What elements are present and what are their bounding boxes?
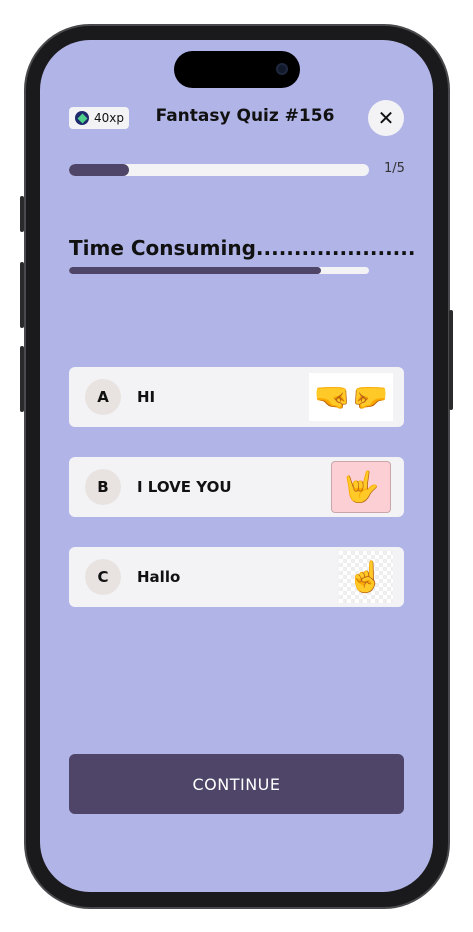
screen: 40xp Fantasy Quiz #156 ✕ 1/5 Time Consum… [40, 40, 433, 892]
option-letter: B [85, 469, 121, 505]
option-label: Hallo [137, 568, 181, 586]
pointing-hand-image: ☝️ [339, 551, 393, 603]
close-button[interactable]: ✕ [368, 100, 404, 136]
continue-button[interactable]: CONTINUE [69, 754, 404, 814]
volume-up-button [20, 262, 24, 328]
option-a[interactable]: A HI 🤜🤛 [69, 367, 404, 427]
xp-badge: 40xp [69, 107, 129, 129]
option-label: I LOVE YOU [137, 478, 232, 496]
question-text: Time Consuming..................... [69, 236, 416, 260]
quiz-progress-bar [69, 164, 369, 176]
fist-bump-hands-image: 🤜🤛 [309, 373, 393, 421]
i-love-you-sign-image: 🤟 [331, 461, 391, 513]
option-letter: C [85, 559, 121, 595]
option-c[interactable]: C Hallo ☝️ [69, 547, 404, 607]
volume-down-button [20, 346, 24, 412]
dynamic-island [174, 51, 300, 88]
option-label: HI [137, 388, 156, 406]
close-icon: ✕ [377, 106, 395, 130]
option-letter: A [85, 379, 121, 415]
progress-count: 1/5 [384, 161, 405, 176]
power-button [449, 310, 453, 410]
xp-label: 40xp [94, 111, 124, 125]
option-b[interactable]: B I LOVE YOU 🤟 [69, 457, 404, 517]
timer-fill [69, 267, 321, 274]
camera-icon [276, 63, 288, 75]
side-button [20, 196, 24, 232]
quiz-progress-fill [69, 164, 129, 176]
xp-icon [75, 111, 89, 125]
quiz-title: Fantasy Quiz #156 [155, 106, 335, 126]
timer-bar [69, 267, 369, 274]
